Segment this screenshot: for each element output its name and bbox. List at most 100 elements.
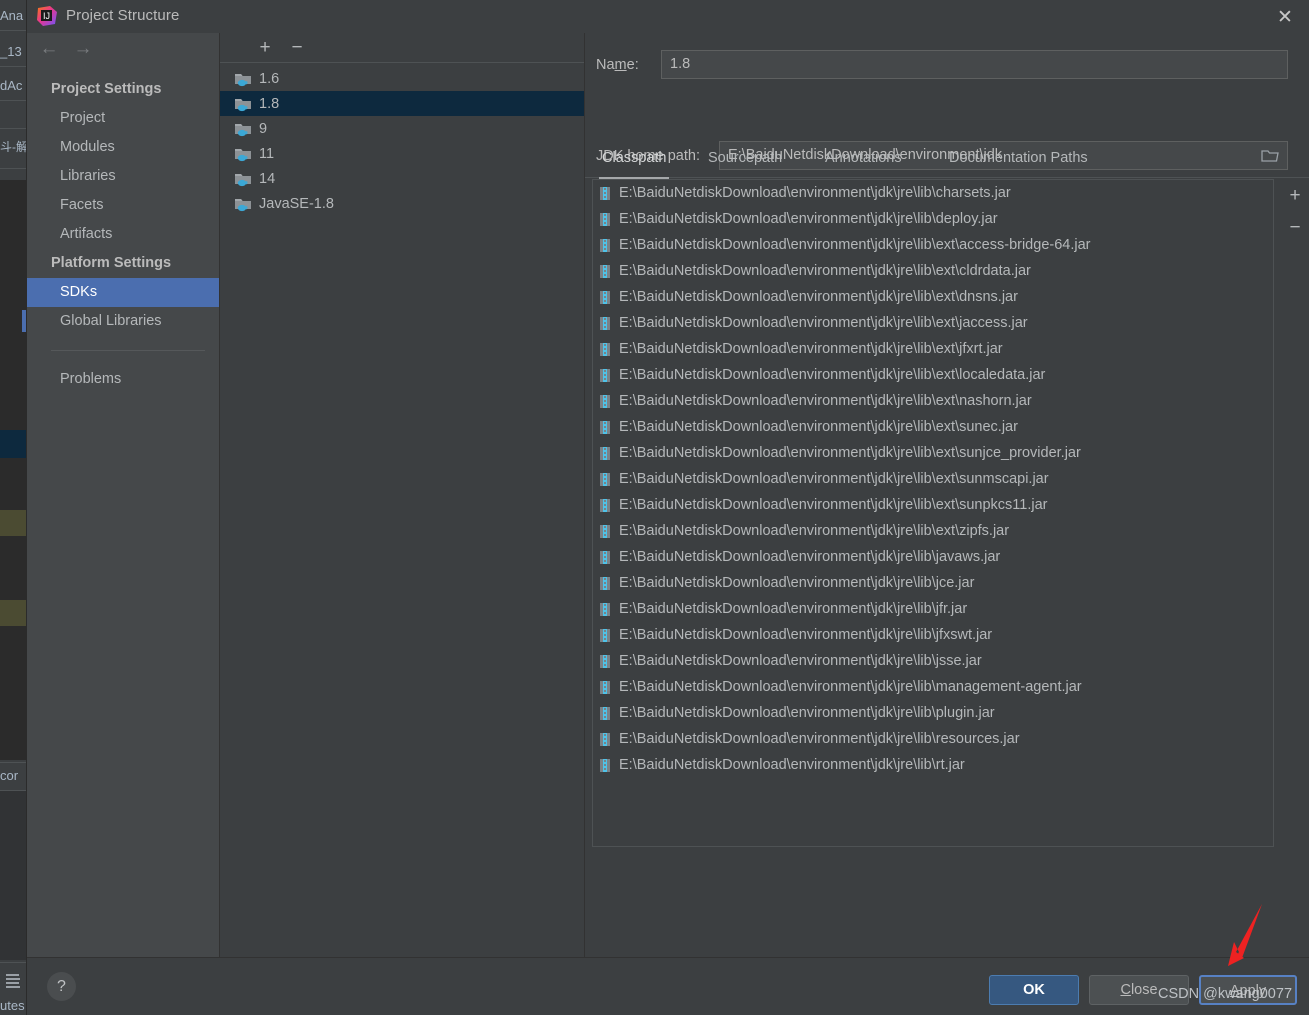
background-marker-row-1 bbox=[0, 510, 26, 536]
jar-file-icon bbox=[599, 732, 611, 747]
sdk-list-item[interactable]: 1.8 bbox=[220, 91, 584, 116]
jdk-folder-icon bbox=[234, 146, 252, 162]
classpath-row[interactable]: E:\BaiduNetdiskDownload\environment\jdk\… bbox=[593, 596, 1273, 622]
minus-icon[interactable]: − bbox=[1284, 217, 1306, 239]
sidebar-item-problems[interactable]: Problems bbox=[27, 365, 219, 394]
sdk-list-item-label: JavaSE-1.8 bbox=[259, 195, 334, 212]
sdk-list-item[interactable]: 9 bbox=[220, 116, 584, 141]
sdk-list-toolbar: + − bbox=[220, 33, 584, 63]
sdk-list-item[interactable]: 14 bbox=[220, 166, 584, 191]
classpath-row[interactable]: E:\BaiduNetdiskDownload\environment\jdk\… bbox=[593, 232, 1273, 258]
arrow-right-icon[interactable]: → bbox=[72, 39, 94, 60]
arrow-left-icon[interactable]: ← bbox=[38, 39, 60, 60]
jdk-folder-icon bbox=[234, 171, 252, 187]
dialog-footer: ? OK Close Apply bbox=[27, 957, 1309, 1015]
sidebar-group-platform-settings: Platform Settings bbox=[51, 255, 172, 271]
classpath-row[interactable]: E:\BaiduNetdiskDownload\environment\jdk\… bbox=[593, 310, 1273, 336]
classpath-row[interactable]: E:\BaiduNetdiskDownload\environment\jdk\… bbox=[593, 492, 1273, 518]
jar-file-icon bbox=[599, 264, 611, 279]
tab-classpath[interactable]: Classpath bbox=[599, 143, 670, 179]
classpath-row[interactable]: E:\BaiduNetdiskDownload\environment\jdk\… bbox=[593, 518, 1273, 544]
background-text-fragment: Ana bbox=[0, 8, 24, 23]
classpath-row[interactable]: E:\BaiduNetdiskDownload\environment\jdk\… bbox=[593, 388, 1273, 414]
close-icon[interactable]: ✕ bbox=[1272, 4, 1298, 30]
classpath-row[interactable]: E:\BaiduNetdiskDownload\environment\jdk\… bbox=[593, 336, 1273, 362]
classpath-row-label: E:\BaiduNetdiskDownload\environment\jdk\… bbox=[619, 627, 993, 643]
background-text-fragment: cor bbox=[0, 768, 19, 783]
classpath-row-label: E:\BaiduNetdiskDownload\environment\jdk\… bbox=[619, 523, 1010, 539]
jar-file-icon bbox=[599, 186, 611, 201]
classpath-row[interactable]: E:\BaiduNetdiskDownload\environment\jdk\… bbox=[593, 700, 1273, 726]
classpath-row[interactable]: E:\BaiduNetdiskDownload\environment\jdk\… bbox=[593, 362, 1273, 388]
jdk-folder-icon bbox=[234, 121, 252, 137]
sidebar-item-sdks[interactable]: SDKs bbox=[27, 278, 219, 307]
jdk-folder-icon bbox=[234, 71, 252, 87]
sidebar-item-facets[interactable]: Facets bbox=[27, 191, 219, 220]
screen: Ana _13 dAc 斗-解 cor utes IJ Project Stru… bbox=[0, 0, 1309, 1015]
classpath-row-label: E:\BaiduNetdiskDownload\environment\jdk\… bbox=[619, 211, 998, 227]
tab-documentation-paths[interactable]: Documentation Paths bbox=[946, 143, 1091, 179]
classpath-row[interactable]: E:\BaiduNetdiskDownload\environment\jdk\… bbox=[593, 180, 1273, 206]
classpath-row-label: E:\BaiduNetdiskDownload\environment\jdk\… bbox=[619, 289, 1018, 305]
classpath-row[interactable]: E:\BaiduNetdiskDownload\environment\jdk\… bbox=[593, 752, 1273, 778]
tab-annotations[interactable]: Annotations bbox=[822, 143, 905, 179]
sdk-list-item-label: 9 bbox=[259, 120, 268, 137]
jar-file-icon bbox=[599, 706, 611, 721]
classpath-row-label: E:\BaiduNetdiskDownload\environment\jdk\… bbox=[619, 367, 1046, 383]
classpath-row-label: E:\BaiduNetdiskDownload\environment\jdk\… bbox=[619, 679, 1082, 695]
jar-file-icon bbox=[599, 524, 611, 539]
jar-file-icon bbox=[599, 342, 611, 357]
classpath-row[interactable]: E:\BaiduNetdiskDownload\environment\jdk\… bbox=[593, 570, 1273, 596]
tab-sourcepath[interactable]: Sourcepath bbox=[705, 143, 785, 179]
classpath-row[interactable]: E:\BaiduNetdiskDownload\environment\jdk\… bbox=[593, 726, 1273, 752]
sidebar-item-global-libraries[interactable]: Global Libraries bbox=[27, 307, 219, 336]
sdk-list-item[interactable]: 1.6 bbox=[220, 66, 584, 91]
classpath-row[interactable]: E:\BaiduNetdiskDownload\environment\jdk\… bbox=[593, 544, 1273, 570]
classpath-row[interactable]: E:\BaiduNetdiskDownload\environment\jdk\… bbox=[593, 440, 1273, 466]
classpath-row[interactable]: E:\BaiduNetdiskDownload\environment\jdk\… bbox=[593, 674, 1273, 700]
jar-file-icon bbox=[599, 550, 611, 565]
classpath-row[interactable]: E:\BaiduNetdiskDownload\environment\jdk\… bbox=[593, 258, 1273, 284]
jdk-folder-icon bbox=[234, 196, 252, 212]
classpath-row-label: E:\BaiduNetdiskDownload\environment\jdk\… bbox=[619, 471, 1049, 487]
sdk-list-item[interactable]: 11 bbox=[220, 141, 584, 166]
classpath-row-label: E:\BaiduNetdiskDownload\environment\jdk\… bbox=[619, 653, 982, 669]
classpath-row-label: E:\BaiduNetdiskDownload\environment\jdk\… bbox=[619, 263, 1031, 279]
classpath-row[interactable]: E:\BaiduNetdiskDownload\environment\jdk\… bbox=[593, 206, 1273, 232]
classpath-row-label: E:\BaiduNetdiskDownload\environment\jdk\… bbox=[619, 419, 1018, 435]
jar-file-icon bbox=[599, 602, 611, 617]
sidebar-item-modules[interactable]: Modules bbox=[27, 133, 219, 162]
ok-button[interactable]: OK bbox=[989, 975, 1079, 1005]
classpath-row[interactable]: E:\BaiduNetdiskDownload\environment\jdk\… bbox=[593, 284, 1273, 310]
sidebar-item-libraries[interactable]: Libraries bbox=[27, 162, 219, 191]
plus-icon[interactable]: + bbox=[254, 37, 276, 59]
jar-file-icon bbox=[599, 680, 611, 695]
background-highlight-row bbox=[0, 430, 26, 458]
sdk-list-item[interactable]: JavaSE-1.8 bbox=[220, 191, 584, 216]
sidebar-item-project[interactable]: Project bbox=[27, 104, 219, 133]
minus-icon[interactable]: − bbox=[286, 37, 308, 59]
jar-file-icon bbox=[599, 368, 611, 383]
sdk-list-item-label: 1.6 bbox=[259, 70, 280, 87]
classpath-row[interactable]: E:\BaiduNetdiskDownload\environment\jdk\… bbox=[593, 648, 1273, 674]
background-text-fragment: _13 bbox=[0, 44, 22, 59]
classpath-row-label: E:\BaiduNetdiskDownload\environment\jdk\… bbox=[619, 341, 1003, 357]
classpath-list[interactable]: E:\BaiduNetdiskDownload\environment\jdk\… bbox=[592, 179, 1274, 847]
background-text-fragment: 斗-解 bbox=[0, 140, 26, 154]
jar-file-icon bbox=[599, 238, 611, 253]
classpath-row-label: E:\BaiduNetdiskDownload\environment\jdk\… bbox=[619, 575, 975, 591]
jar-file-icon bbox=[599, 394, 611, 409]
csdn-watermark: CSDN @kwang0077 bbox=[1158, 986, 1293, 1002]
sidebar-group-project-settings: Project Settings bbox=[51, 81, 162, 97]
classpath-row-label: E:\BaiduNetdiskDownload\environment\jdk\… bbox=[619, 731, 1020, 747]
sidebar-item-artifacts[interactable]: Artifacts bbox=[27, 220, 219, 249]
sdk-list-item-label: 14 bbox=[259, 170, 276, 187]
classpath-row[interactable]: E:\BaiduNetdiskDownload\environment\jdk\… bbox=[593, 466, 1273, 492]
classpath-row[interactable]: E:\BaiduNetdiskDownload\environment\jdk\… bbox=[593, 414, 1273, 440]
plus-icon[interactable]: + bbox=[1284, 185, 1306, 207]
jar-file-icon bbox=[599, 290, 611, 305]
classpath-row[interactable]: E:\BaiduNetdiskDownload\environment\jdk\… bbox=[593, 622, 1273, 648]
background-text-fragment: dAc bbox=[0, 78, 23, 93]
help-button[interactable]: ? bbox=[47, 972, 76, 1001]
svg-text:IJ: IJ bbox=[43, 11, 50, 21]
